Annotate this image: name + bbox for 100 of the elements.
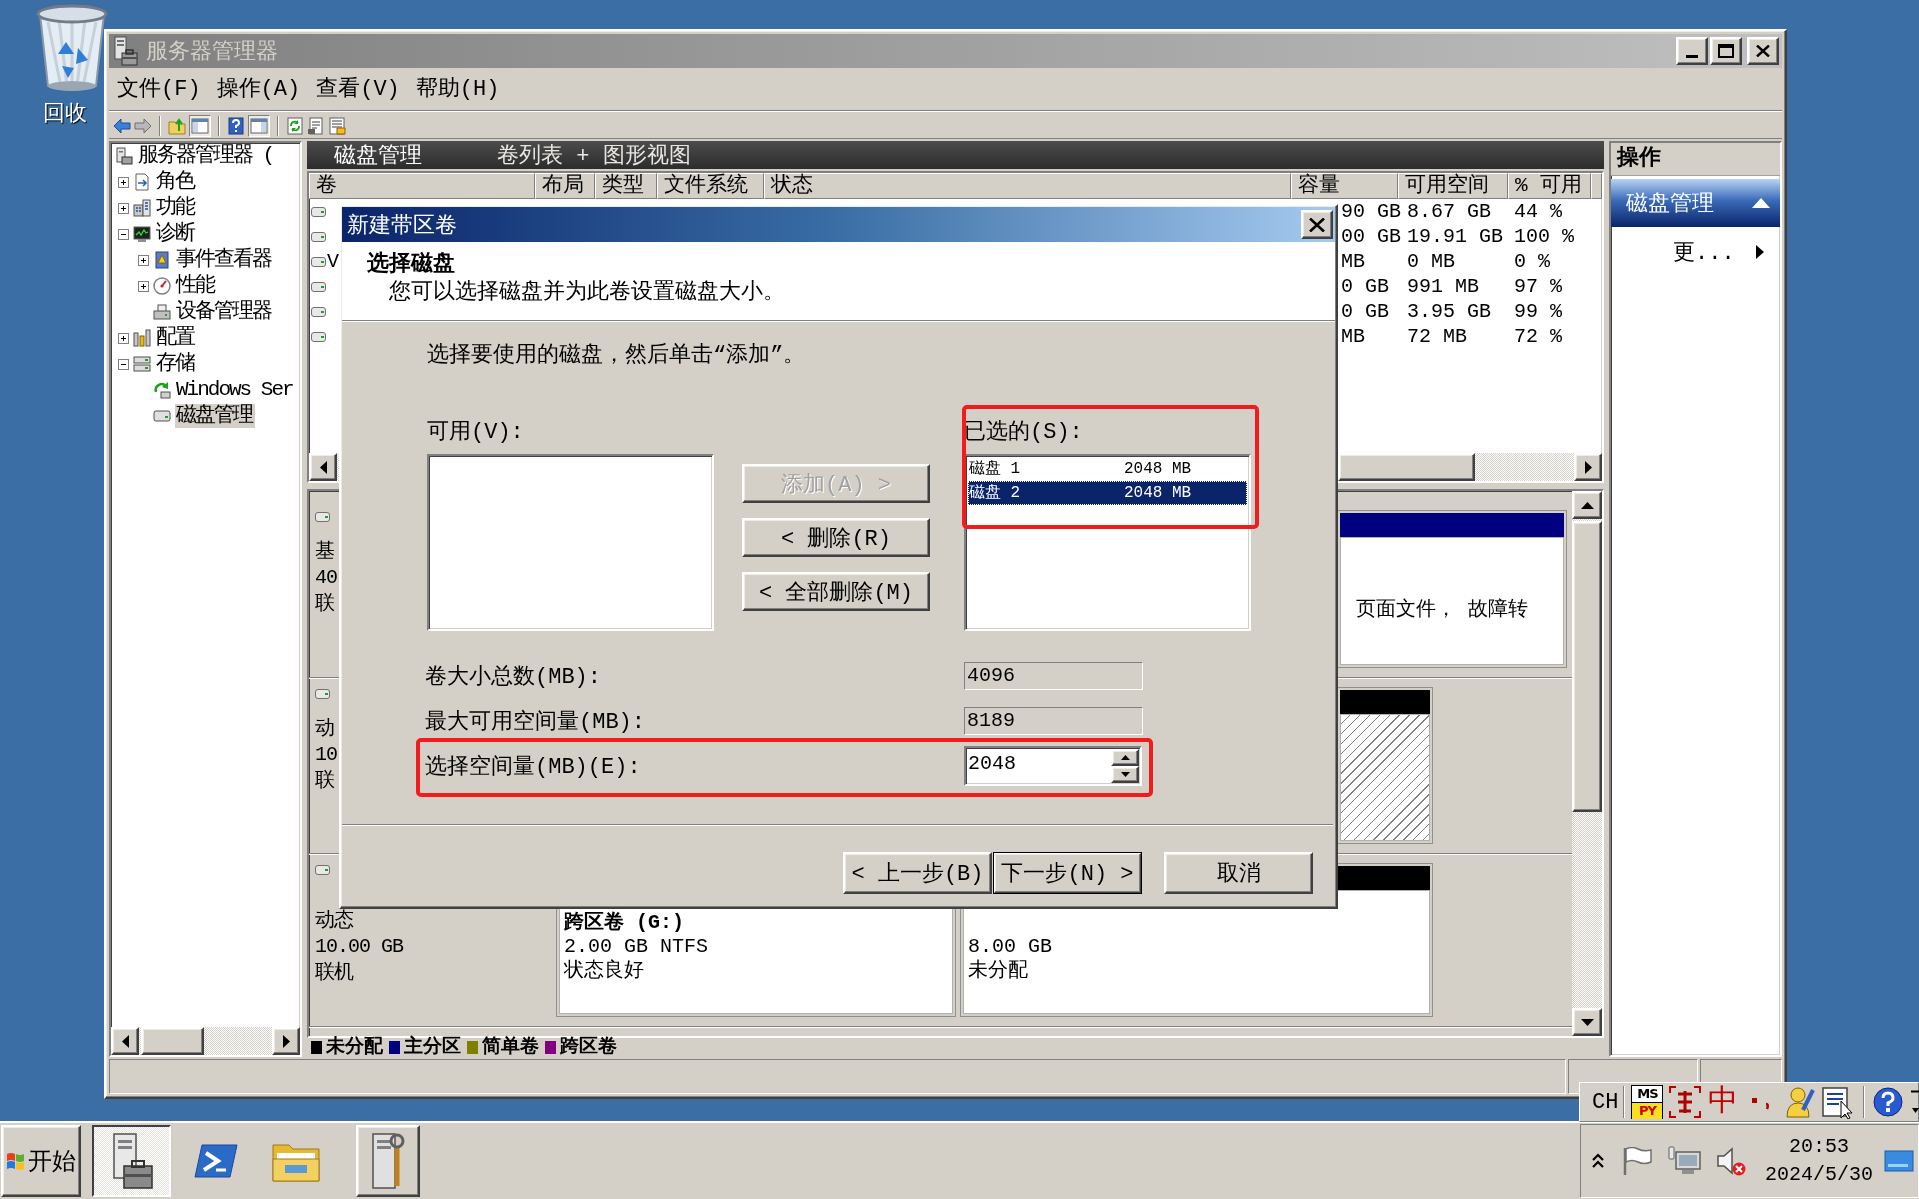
column-header[interactable]: 布局 <box>535 173 595 199</box>
scrollbar-thumb[interactable] <box>1572 521 1602 812</box>
tree-item[interactable]: 诊断 <box>155 222 197 246</box>
disk-list-box[interactable] <box>427 454 714 631</box>
speaker-muted-icon[interactable] <box>1716 1146 1746 1176</box>
field-label: 卷大小总数(MB): <box>425 665 601 690</box>
list-icon[interactable] <box>328 117 346 135</box>
menu-item[interactable]: 帮助(H) <box>407 74 508 106</box>
column-header[interactable]: 卷 <box>309 173 535 199</box>
double-chevron-up-icon[interactable] <box>1592 1153 1604 1169</box>
caret-up-icon[interactable] <box>1752 198 1770 208</box>
expand-icon[interactable] <box>118 176 129 188</box>
column-header[interactable]: 类型 <box>595 173 657 199</box>
clock-time[interactable]: 20:53 <box>1789 1133 1849 1161</box>
tree-item[interactable]: Windows Ser <box>175 378 296 402</box>
spin-down-button[interactable] <box>1111 766 1139 783</box>
readonly-field: 8189 <box>964 707 1143 735</box>
menu-item[interactable]: 查看(V) <box>308 74 408 106</box>
server-icon <box>115 147 133 165</box>
section-header-button[interactable]: 磁盘管理 <box>1611 179 1780 227</box>
minimize-button[interactable] <box>1676 37 1708 65</box>
language-indicator[interactable]: CH <box>1592 1089 1619 1115</box>
remove-button[interactable]: < 删除(R) <box>742 518 930 557</box>
menu-item[interactable]: 文件(F) <box>109 74 209 106</box>
refresh-icon[interactable] <box>286 117 304 135</box>
column-header[interactable]: % 可用 <box>1508 173 1591 199</box>
start-button[interactable]: 开始 <box>1 1125 81 1197</box>
tree-item[interactable]: 角色 <box>155 170 197 194</box>
cancel-button[interactable]: 取消 <box>1164 852 1313 894</box>
column-header[interactable]: 文件系统 <box>657 173 764 199</box>
tree-item[interactable]: 事件查看器 <box>175 248 274 272</box>
scroll-left-button[interactable] <box>111 1027 139 1055</box>
expand-icon[interactable] <box>118 332 129 344</box>
partition-block[interactable]: 页面文件， 故障转 <box>1337 510 1567 668</box>
expand-icon[interactable] <box>138 280 149 292</box>
ime-logo[interactable]: MS PY <box>1631 1085 1664 1119</box>
document-icon[interactable] <box>307 117 325 135</box>
tree-item[interactable]: 服务器管理器 ( <box>137 144 277 168</box>
clock-date[interactable]: 2024/5/30 <box>1765 1161 1873 1189</box>
scrollbar-thumb[interactable] <box>1338 453 1475 481</box>
scroll-down-button[interactable] <box>1572 1008 1602 1036</box>
document-cursor-icon[interactable] <box>1821 1085 1856 1119</box>
column-header[interactable]: 容量 <box>1291 173 1398 199</box>
remove-all-button[interactable]: < 全部删除(M) <box>742 572 930 611</box>
tree-item[interactable]: 存储 <box>155 352 197 376</box>
help-icon[interactable] <box>1873 1087 1904 1117</box>
options-arrow-icon[interactable] <box>1911 1090 1919 1114</box>
tree-item[interactable]: 设备管理器 <box>175 300 274 324</box>
back-button[interactable]: < 上一步(B) <box>843 852 992 894</box>
monitor-graph-icon <box>133 225 151 243</box>
partition-size-text: 8.00 GB <box>967 935 1053 959</box>
close-button[interactable] <box>1747 37 1779 65</box>
scroll-left-button[interactable] <box>309 453 337 481</box>
disk-status-text: 联 <box>315 591 334 617</box>
expand-icon[interactable] <box>138 254 149 266</box>
desktop-icon-label[interactable]: 回收 <box>43 102 87 128</box>
bracket-symbol-icon[interactable] <box>1668 1085 1703 1119</box>
maximize-button[interactable] <box>1710 37 1742 65</box>
drive-icon <box>311 231 326 242</box>
flag-icon[interactable] <box>1622 1147 1652 1175</box>
disk-list-box[interactable]: 磁盘 1 2048 MB 磁盘 2 2048 MB <box>964 454 1251 631</box>
scroll-right-button[interactable] <box>1574 453 1602 481</box>
collapse-icon[interactable] <box>118 358 129 370</box>
left-pane-window-icon[interactable] <box>189 115 211 137</box>
right-pane-window-icon[interactable] <box>248 115 270 137</box>
collapse-icon[interactable] <box>118 228 129 240</box>
help-icon[interactable] <box>227 117 245 135</box>
tree-item[interactable]: 磁盘管理 <box>175 404 255 428</box>
column-header[interactable]: 可用空间 <box>1398 173 1508 199</box>
input-mode-indicator[interactable]: 中 <box>1708 1085 1739 1119</box>
column-header[interactable]: 状态 <box>764 173 1291 199</box>
submenu-arrow-icon <box>1756 245 1764 259</box>
windows-flag-icon <box>6 1152 25 1170</box>
minimize-icon <box>1686 55 1698 58</box>
action-link[interactable]: 更... <box>1673 237 1735 267</box>
close-button[interactable] <box>1301 210 1333 239</box>
expand-icon[interactable] <box>118 202 129 214</box>
scroll-right-button[interactable] <box>272 1027 300 1055</box>
tree-item[interactable]: 性能 <box>175 274 217 298</box>
spin-box[interactable]: 2048 <box>964 746 1142 786</box>
scrollbar-thumb[interactable] <box>141 1027 204 1055</box>
disk-list-item[interactable]: 磁盘 1 2048 MB <box>968 457 1247 481</box>
tree-item[interactable]: 配置 <box>155 326 197 350</box>
drive-icon <box>315 689 330 699</box>
terminal-icon[interactable] <box>194 1143 238 1179</box>
disk-list-item[interactable]: 磁盘 2 2048 MB <box>968 481 1247 505</box>
scroll-up-button[interactable] <box>1572 491 1602 519</box>
next-button[interactable]: 下一步(N) > <box>993 852 1142 894</box>
network-monitor-icon[interactable] <box>1668 1146 1702 1176</box>
user-pencil-icon[interactable] <box>1785 1086 1816 1118</box>
menu-item[interactable]: 操作(A) <box>208 74 309 106</box>
taskbar-button[interactable] <box>92 1125 171 1197</box>
recycle-bin-icon[interactable] <box>36 4 108 92</box>
tree-item[interactable]: 功能 <box>155 196 197 220</box>
forward-arrow-icon[interactable] <box>134 117 152 135</box>
column-header[interactable] <box>1591 173 1602 199</box>
spin-up-button[interactable] <box>1111 749 1139 766</box>
show-desktop-icon[interactable] <box>1884 1150 1914 1172</box>
partition-block[interactable] <box>1337 687 1433 844</box>
back-arrow-icon[interactable] <box>113 117 131 135</box>
